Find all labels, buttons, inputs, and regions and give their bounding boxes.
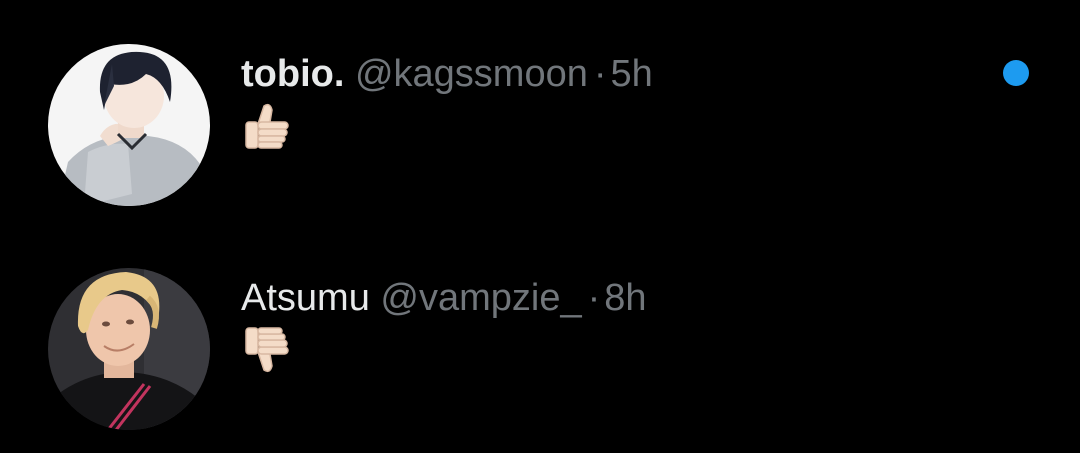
separator-dot: · [587,277,601,319]
avatar[interactable] [48,44,210,206]
avatar[interactable] [48,268,210,430]
user-handle[interactable]: @kagssmoon [355,53,588,95]
unread-indicator [1003,60,1029,86]
thumbs-up-icon [242,100,294,152]
separator-dot: · [593,53,607,95]
notification-item[interactable]: tobio. @kagssmoon · 5h [0,38,1080,218]
timestamp[interactable]: 8h [604,277,646,319]
timestamp[interactable]: 5h [611,53,653,95]
photo-avatar-icon [48,268,210,430]
user-handle[interactable]: @vampzie_ [380,277,581,319]
tweet-header: tobio. @kagssmoon · 5h [241,50,653,98]
display-name[interactable]: Atsumu [241,277,370,319]
thumbs-down-icon [242,324,294,376]
notification-item[interactable]: Atsumu @vampzie_ · 8h [0,262,1080,442]
display-name[interactable]: tobio. [241,53,344,95]
anime-avatar-icon [48,44,210,206]
tweet-header: Atsumu @vampzie_ · 8h [241,274,647,322]
